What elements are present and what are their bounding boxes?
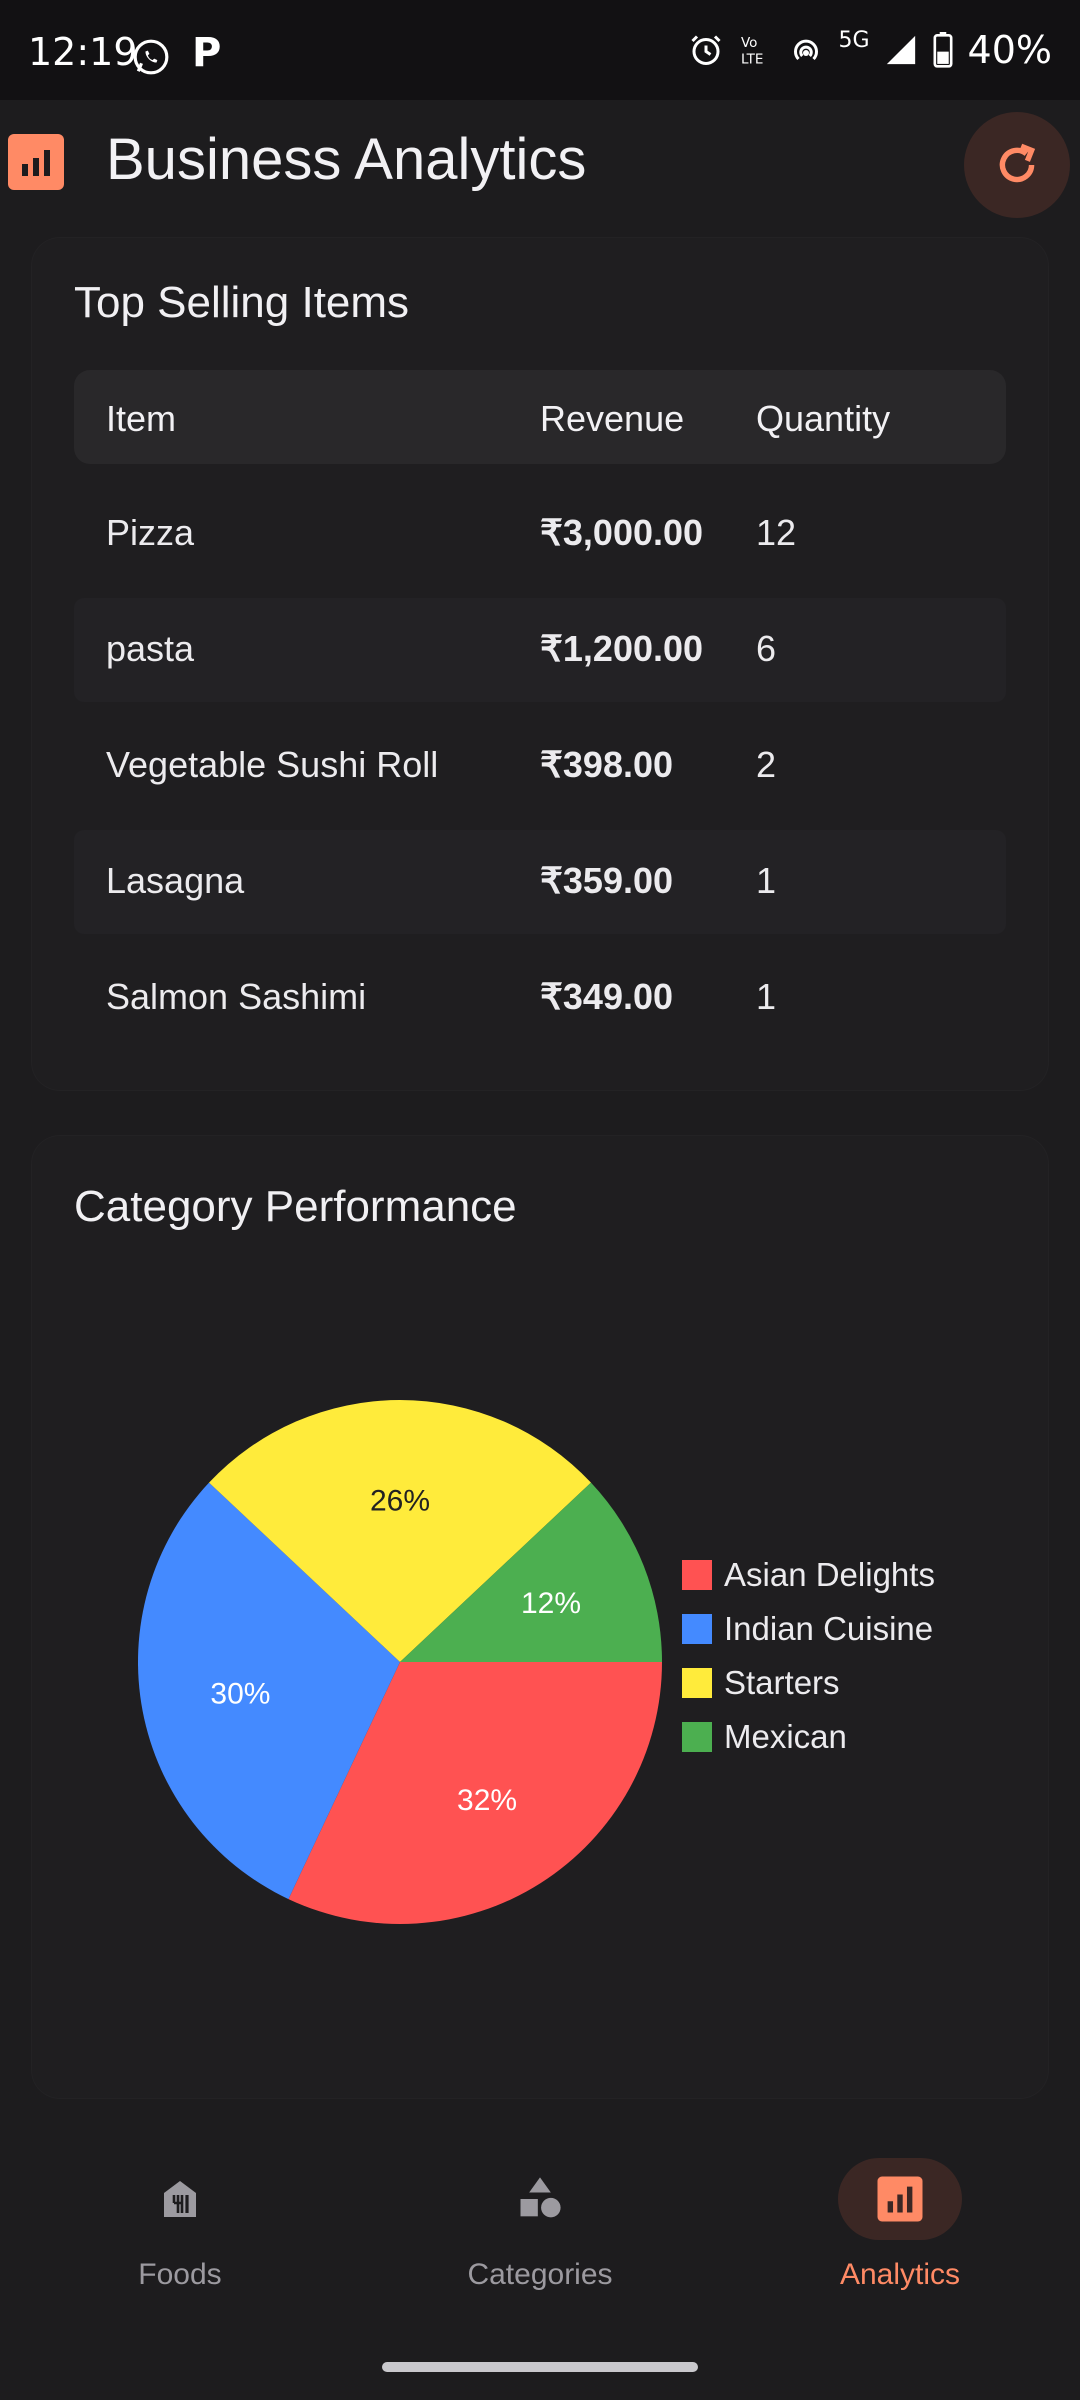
- pie-slice-label: 12%: [521, 1587, 581, 1620]
- legend-item: Asian Delights: [682, 1556, 935, 1594]
- legend-swatch: [682, 1560, 712, 1590]
- header-quantity: Quantity: [756, 398, 891, 439]
- categories-icon: [520, 2177, 561, 2218]
- item-quantity: 6: [756, 628, 777, 669]
- legend-swatch: [682, 1722, 712, 1752]
- item-name: Salmon Sashimi: [106, 976, 367, 1017]
- bottom-navigation: Foods Categories Analytics: [0, 2120, 1080, 2400]
- legend-label: Indian Cuisine: [724, 1610, 934, 1647]
- pie-slice-label: 32%: [457, 1784, 517, 1817]
- pie-slice-label: 30%: [210, 1677, 270, 1710]
- header-item: Item: [106, 398, 177, 439]
- table-row: Vegetable Sushi Roll ₹398.00 2: [74, 714, 1006, 818]
- header-revenue: Revenue: [540, 398, 685, 439]
- signal-icon: [886, 35, 915, 65]
- legend-label: Mexican: [724, 1718, 847, 1755]
- food-icon: [164, 2181, 196, 2217]
- item-quantity: 1: [756, 976, 777, 1017]
- volte-icon: Vo LTE: [741, 35, 763, 68]
- top-selling-title: Top Selling Items: [74, 278, 410, 327]
- page-title: Business Analytics: [106, 127, 587, 192]
- analytics-logo-icon: [8, 134, 64, 190]
- item-revenue: ₹349.00: [540, 976, 674, 1017]
- item-revenue: ₹1,200.00: [540, 628, 704, 669]
- item-name: pasta: [106, 628, 195, 669]
- item-quantity: 1: [756, 860, 777, 901]
- home-indicator[interactable]: [382, 2362, 698, 2372]
- nav-item-foods[interactable]: Foods: [0, 2120, 360, 2340]
- status-indicators: Vo LTE 5G 40%: [688, 28, 1052, 72]
- nav-icon-container: [478, 2158, 602, 2240]
- nav-label: Foods: [138, 2258, 222, 2291]
- legend-item: Mexican: [682, 1718, 847, 1756]
- item-name: Pizza: [106, 512, 195, 553]
- item-revenue: ₹359.00: [540, 860, 674, 901]
- network-type: 5G: [838, 28, 870, 53]
- item-name: Lasagna: [106, 860, 245, 901]
- table-row: Salmon Sashimi ₹349.00 1: [74, 946, 1006, 1050]
- battery-percent: 40%: [967, 28, 1052, 72]
- status-time: 12:19: [28, 30, 138, 74]
- nav-item-analytics[interactable]: Analytics: [720, 2120, 1080, 2340]
- nav-icon-container: [838, 2158, 962, 2240]
- svg-text:Vo: Vo: [741, 35, 757, 51]
- analytics-icon: [877, 2176, 923, 2222]
- legend-swatch: [682, 1614, 712, 1644]
- nav-label: Analytics: [839, 2258, 961, 2291]
- legend-swatch: [682, 1668, 712, 1698]
- item-quantity: 2: [756, 744, 777, 785]
- status-bar: 12:19 P Vo LTE 5G 40%: [0, 0, 1080, 100]
- nav-label: Categories: [467, 2258, 613, 2291]
- pie-slice-label: 26%: [370, 1485, 430, 1518]
- item-quantity: 12: [756, 512, 797, 553]
- whatsapp-icon: [133, 39, 169, 75]
- table-row: Lasagna ₹359.00 1: [74, 830, 1006, 934]
- svg-text:LTE: LTE: [741, 52, 763, 68]
- nav-item-categories[interactable]: Categories: [360, 2120, 720, 2340]
- alarm-icon: [691, 35, 722, 65]
- legend-label: Starters: [724, 1664, 840, 1701]
- legend-item: Starters: [682, 1664, 840, 1702]
- refresh-button[interactable]: [964, 112, 1070, 218]
- status-parking-icon: P: [192, 30, 222, 76]
- item-revenue: ₹398.00: [540, 744, 674, 785]
- item-revenue: ₹3,000.00: [540, 512, 704, 553]
- legend-item: Indian Cuisine: [682, 1610, 933, 1648]
- legend-label: Asian Delights: [724, 1556, 935, 1593]
- refresh-icon: [999, 143, 1036, 183]
- table-header: Item Revenue Quantity: [74, 370, 1006, 464]
- category-performance-card: Category Performance 32% 30% 26% 12% Asian …: [32, 1136, 1048, 2098]
- table-row: pasta ₹1,200.00 6: [74, 598, 1006, 702]
- top-selling-card: Top Selling Items Item Revenue Quantity …: [32, 238, 1048, 1090]
- nav-icon-container: [118, 2158, 242, 2240]
- item-name: Vegetable Sushi Roll: [106, 744, 439, 785]
- battery-icon: [933, 32, 953, 68]
- table-row: Pizza ₹3,000.00 12: [74, 482, 1006, 586]
- hotspot-icon: [794, 39, 819, 61]
